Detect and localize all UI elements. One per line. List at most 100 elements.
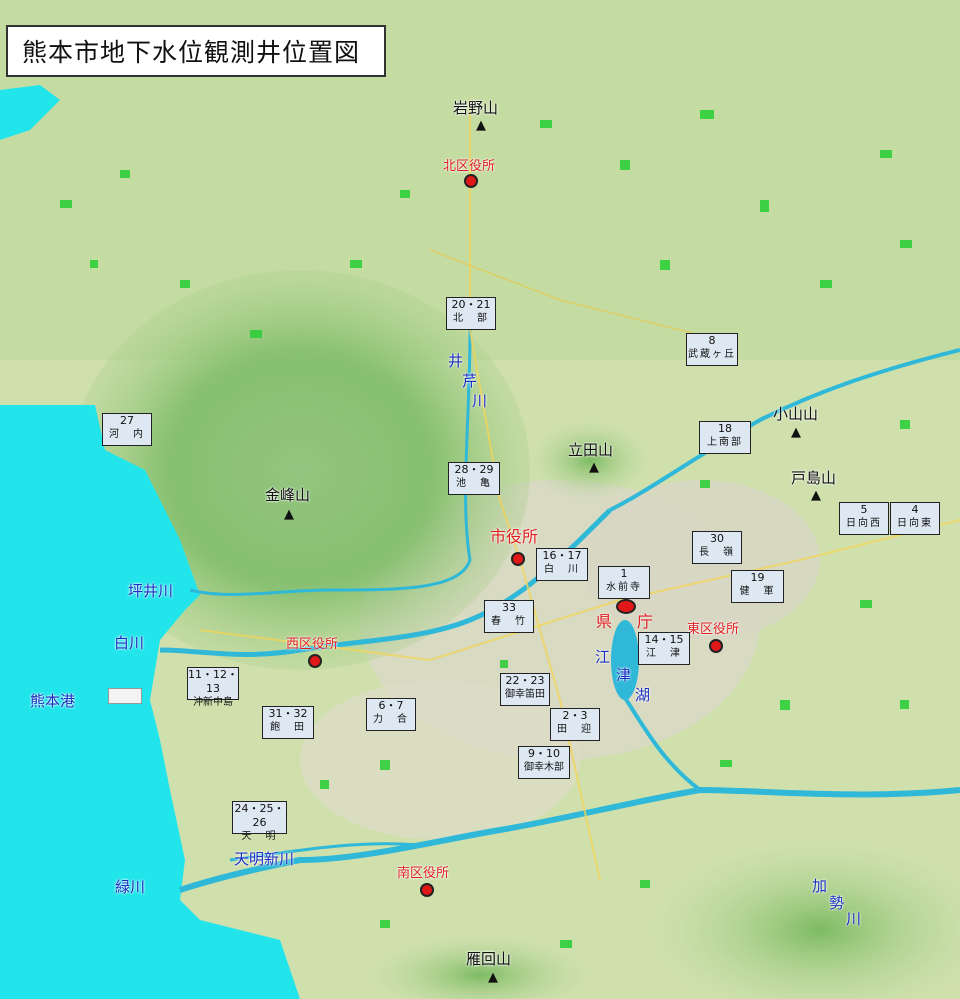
well-place: 田 迎 [557,724,593,735]
well-number: 19 [750,571,765,584]
well-place: 上南部 [707,437,743,448]
well-marker[interactable]: 20・21 北 部 [446,297,496,330]
well-number: 14・15 [644,633,684,646]
well-place: 御幸木部 [524,762,564,773]
well-number: 1 [620,567,628,580]
well-marker[interactable]: 16・17 白 川 [536,548,588,581]
well-place: 日向西 [846,518,882,529]
lake-label-1: 江 [595,648,611,666]
well-marker[interactable]: 4 日向東 [890,502,940,535]
well-marker[interactable]: 31・32 飽 田 [262,706,314,739]
well-place: 白 川 [544,564,580,575]
office-marker [709,639,723,653]
well-number: 6・7 [378,699,404,712]
mountain-iwano: 岩野山 [453,99,499,117]
office-label-south: 南区役所 [397,866,450,881]
office-marker [420,883,434,897]
mountain-koyama: 小山山 [773,405,819,423]
well-marker[interactable]: 33 春 竹 [484,600,534,633]
well-marker[interactable]: 22・23 御幸笛田 [500,673,550,706]
well-number: 22・23 [505,674,545,687]
lake-label-3: 湖 [635,686,651,704]
lake-label-2: 津 [616,666,632,684]
mountain-kinpo: 金峰山 [265,486,311,504]
well-number: 24・25・26 [234,802,285,829]
triangle-icon: ▲ [589,460,599,475]
well-marker[interactable]: 24・25・26 天 明 [232,801,287,842]
office-label-north: 北区役所 [443,159,496,174]
river-label-tsuboi: 坪井川 [128,582,174,600]
well-number: 16・17 [542,549,582,562]
well-place: 長 嶺 [699,547,735,558]
well-place: 天 明 [241,831,278,842]
well-marker[interactable]: 2・3 田 迎 [550,708,600,741]
triangle-icon: ▲ [488,970,498,985]
well-number: 9・10 [528,747,560,760]
well-place: 健 軍 [739,586,776,597]
map-canvas: 熊本市地下水位観測井位置図 岩野山 ▲ 金峰山 ▲ 立田山 ▲ 小山山 ▲ 戸島… [0,0,960,999]
well-place: 池 亀 [456,478,492,489]
well-marker[interactable]: 11・12・13 沖新中島 [187,667,239,708]
well-place: 飽 田 [270,722,306,733]
river-label-kase-1: 加 [812,877,828,895]
office-marker [464,174,478,188]
triangle-icon: ▲ [811,488,821,503]
well-marker[interactable]: 1 水前寺 [598,566,650,599]
river-label-iseri-3: 川 [472,392,488,410]
well-place: 御幸笛田 [505,689,545,700]
river-label-midori: 緑川 [115,878,146,896]
well-number: 31・32 [268,707,308,720]
well-number: 5 [860,503,868,516]
well-number: 2・3 [562,709,588,722]
well-marker[interactable]: 28・29 池 亀 [448,462,500,495]
well-marker[interactable]: 9・10 御幸木部 [518,746,570,779]
well-number: 33 [502,601,516,614]
river-label-kase-3: 川 [846,910,862,928]
well-place: 春 竹 [491,616,527,627]
map-title: 熊本市地下水位観測井位置図 [6,25,386,77]
river-label-shira: 白川 [114,634,145,652]
well-place: 沖新中島 [193,697,233,708]
well-number: 11・12・13 [188,668,238,695]
well-marker[interactable]: 27 河 内 [102,413,152,446]
well-place: 江 津 [646,648,682,659]
prefecture-label-2: 庁 [637,612,654,631]
river-label-kase-2: 勢 [829,894,845,912]
mountain-toshima: 戸島山 [791,469,837,487]
well-marker[interactable]: 19 健 軍 [731,570,784,603]
well-marker[interactable]: 30 長 嶺 [692,531,742,564]
well-marker[interactable]: 8 武蔵ヶ丘 [686,333,738,366]
well-place: 力 合 [373,714,409,725]
office-marker [308,654,322,668]
well-marker[interactable]: 18 上南部 [699,421,751,454]
port-structure [108,688,142,704]
place-label-kumamoto-port: 熊本港 [30,692,76,710]
office-label-west: 西区役所 [286,637,339,652]
place-label-tenmei-shinkawa: 天明新川 [234,850,295,868]
well-place: 日向東 [897,518,933,529]
triangle-icon: ▲ [476,118,486,133]
well-marker[interactable]: 14・15 江 津 [638,632,690,665]
well-number: 27 [120,414,134,427]
well-place: 河 内 [109,429,145,440]
well-number: 4 [911,503,919,516]
office-label-east: 東区役所 [687,622,740,637]
river-label-iseri-2: 芹 [462,372,478,390]
river-label-iseri-1: 井 [448,352,464,370]
mountain-ganmaki: 雁回山 [466,950,512,968]
office-label-city: 市役所 [490,527,539,546]
well-marker[interactable]: 5 日向西 [839,502,889,535]
prefecture-office-marker [616,599,636,614]
well-number: 28・29 [454,463,494,476]
well-place: 水前寺 [606,582,642,593]
triangle-icon: ▲ [284,507,294,522]
well-marker[interactable]: 6・7 力 合 [366,698,416,731]
well-place: 北 部 [453,313,489,324]
well-number: 18 [718,422,732,435]
prefecture-label-1: 県 [596,612,613,631]
well-place: 武蔵ヶ丘 [688,349,736,360]
well-number: 30 [710,532,724,545]
mountain-tatsuda: 立田山 [568,441,614,459]
triangle-icon: ▲ [791,425,801,440]
well-number: 20・21 [451,298,491,311]
